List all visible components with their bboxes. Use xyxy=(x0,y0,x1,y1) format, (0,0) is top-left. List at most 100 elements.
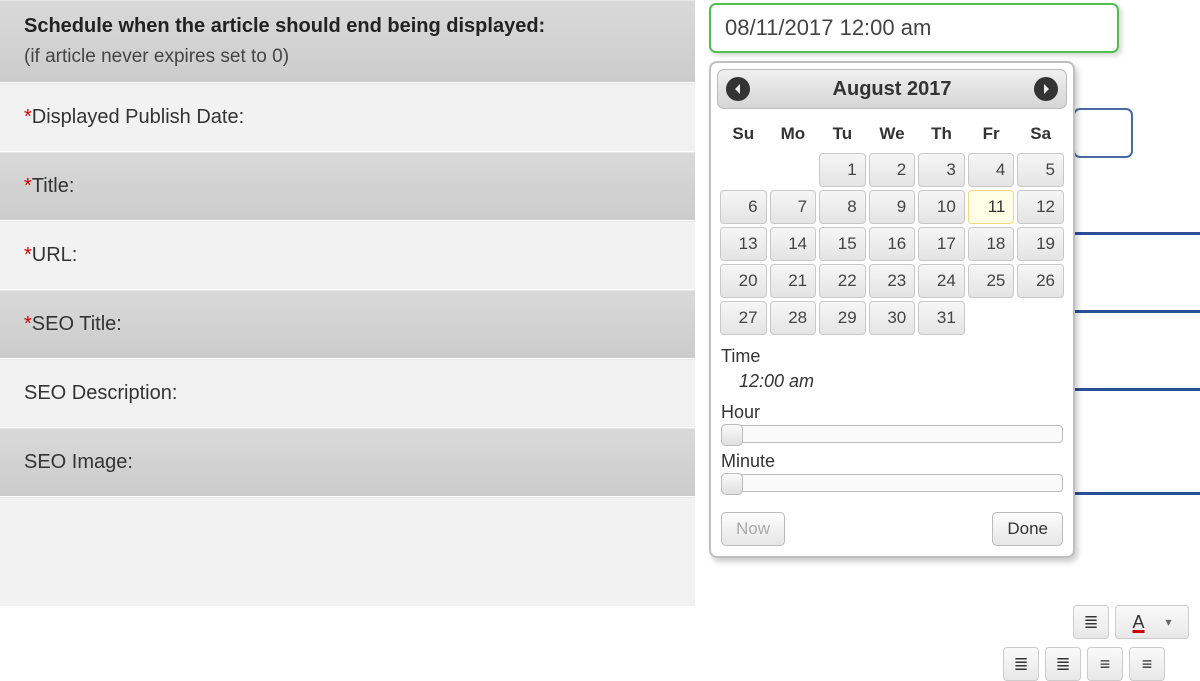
numbered-list-button[interactable]: ≣ xyxy=(1045,647,1081,681)
calendar-day-cell[interactable]: 4 xyxy=(968,153,1015,187)
time-value: 12:00 am xyxy=(739,371,1063,392)
calendar-dow-cell: We xyxy=(869,118,916,150)
calendar-empty-cell xyxy=(968,301,1015,335)
calendar-day-cell[interactable]: 26 xyxy=(1017,264,1064,298)
calendar-day-cell[interactable]: 20 xyxy=(720,264,767,298)
calendar-dow-cell: Th xyxy=(918,118,965,150)
datepicker-month-year: August 2017 xyxy=(833,78,952,101)
calendar-day-cell[interactable]: 11 xyxy=(968,190,1015,224)
calendar-day-cell[interactable]: 7 xyxy=(770,190,817,224)
calendar-day-cell[interactable]: 14 xyxy=(770,227,817,261)
calendar-day-cell[interactable]: 2 xyxy=(869,153,916,187)
datepicker: August 2017 SuMoTuWeThFrSa 1234567891011… xyxy=(709,61,1075,558)
form-column: Schedule when the article should end bei… xyxy=(0,0,695,607)
calendar-day-cell[interactable]: 16 xyxy=(869,227,916,261)
calendar-dow-cell: Mo xyxy=(770,118,817,150)
seo-title-input-underline[interactable] xyxy=(1073,388,1200,391)
minute-label: Minute xyxy=(721,451,1063,472)
calendar-day-cell[interactable]: 6 xyxy=(720,190,767,224)
indent-button[interactable]: ≡ xyxy=(1129,647,1165,681)
seo-description-input-underline[interactable] xyxy=(1073,492,1200,495)
calendar-day-cell[interactable]: 1 xyxy=(819,153,866,187)
now-button[interactable]: Now xyxy=(721,512,785,546)
calendar-day-cell[interactable]: 18 xyxy=(968,227,1015,261)
chevron-right-icon xyxy=(1041,84,1051,94)
calendar-day-cell[interactable]: 9 xyxy=(869,190,916,224)
calendar-day-cell[interactable]: 25 xyxy=(968,264,1015,298)
hour-slider-handle[interactable] xyxy=(721,424,743,446)
end-date-input[interactable] xyxy=(709,3,1119,53)
seo-image-label: SEO Image: xyxy=(24,451,133,473)
prev-month-button[interactable] xyxy=(726,77,750,101)
calendar-day-cell[interactable]: 29 xyxy=(819,301,866,335)
datepicker-header: August 2017 xyxy=(717,69,1067,109)
url-input-underline[interactable] xyxy=(1073,310,1200,313)
minute-slider-handle[interactable] xyxy=(721,473,743,495)
time-section: Time 12:00 am Hour Minute xyxy=(711,346,1073,504)
calendar-day-cell[interactable]: 19 xyxy=(1017,227,1064,261)
calendar-dow-cell: Sa xyxy=(1017,118,1064,150)
calendar-empty-cell xyxy=(1017,301,1064,335)
required-asterisk: * xyxy=(24,313,32,335)
calendar-day-cell[interactable]: 22 xyxy=(819,264,866,298)
seo-description-label: SEO Description: xyxy=(24,382,177,404)
calendar-day-cell[interactable]: 28 xyxy=(770,301,817,335)
numbered-list-icon: ≣ xyxy=(1055,654,1070,675)
title-row: *Title: xyxy=(0,152,695,221)
chevron-left-icon xyxy=(733,84,743,94)
title-input-underline[interactable] xyxy=(1073,232,1200,235)
calendar-day-cell[interactable]: 3 xyxy=(918,153,965,187)
calendar-day-cell[interactable]: 8 xyxy=(819,190,866,224)
calendar-day-cell[interactable]: 23 xyxy=(869,264,916,298)
schedule-end-label: Schedule when the article should end bei… xyxy=(24,15,671,38)
title-label: Title: xyxy=(32,175,75,197)
schedule-end-row: Schedule when the article should end bei… xyxy=(0,0,695,83)
editor-toolbar-row1: ≣ A ▾ xyxy=(1073,605,1189,639)
publish-date-input[interactable] xyxy=(1073,108,1133,158)
calendar-body: 1234567891011121314151617181920212223242… xyxy=(720,153,1064,335)
seo-description-row: SEO Description: xyxy=(0,359,695,428)
required-asterisk: * xyxy=(24,244,32,266)
bullet-list-icon: ≣ xyxy=(1013,654,1028,675)
bullet-list-button[interactable]: ≣ xyxy=(1003,647,1039,681)
seo-title-row: *SEO Title: xyxy=(0,290,695,359)
font-color-button[interactable]: A ▾ xyxy=(1115,605,1189,639)
indent-icon: ≡ xyxy=(1142,654,1153,675)
calendar-dow-cell: Fr xyxy=(968,118,1015,150)
hour-label: Hour xyxy=(721,402,1063,423)
outdent-icon: ≡ xyxy=(1100,654,1111,675)
calendar-empty-cell xyxy=(770,153,817,187)
calendar-day-cell[interactable]: 10 xyxy=(918,190,965,224)
publish-date-row: *Displayed Publish Date: xyxy=(0,83,695,152)
calendar-grid: SuMoTuWeThFrSa 1234567891011121314151617… xyxy=(717,115,1067,338)
calendar-day-cell[interactable]: 17 xyxy=(918,227,965,261)
calendar-empty-cell xyxy=(720,153,767,187)
url-label: URL: xyxy=(32,244,78,266)
align-justify-icon: ≣ xyxy=(1083,612,1098,633)
content-row xyxy=(0,497,695,607)
url-row: *URL: xyxy=(0,221,695,290)
align-justify-button[interactable]: ≣ xyxy=(1073,605,1109,639)
calendar-day-cell[interactable]: 24 xyxy=(918,264,965,298)
calendar-day-cell[interactable]: 15 xyxy=(819,227,866,261)
calendar-day-cell[interactable]: 30 xyxy=(869,301,916,335)
outdent-button[interactable]: ≡ xyxy=(1087,647,1123,681)
minute-slider[interactable] xyxy=(721,474,1063,492)
next-month-button[interactable] xyxy=(1034,77,1058,101)
time-label: Time xyxy=(721,346,1063,367)
calendar-day-cell[interactable]: 5 xyxy=(1017,153,1064,187)
font-color-icon: A xyxy=(1132,612,1144,633)
done-button[interactable]: Done xyxy=(992,512,1063,546)
seo-image-row: SEO Image: xyxy=(0,428,695,497)
required-asterisk: * xyxy=(24,106,32,128)
required-asterisk: * xyxy=(24,175,32,197)
publish-date-label: Displayed Publish Date: xyxy=(32,106,244,128)
calendar-day-cell[interactable]: 12 xyxy=(1017,190,1064,224)
schedule-end-sublabel: (if article never expires set to 0) xyxy=(24,46,671,68)
calendar-day-cell[interactable]: 31 xyxy=(918,301,965,335)
hour-slider[interactable] xyxy=(721,425,1063,443)
calendar-day-cell[interactable]: 27 xyxy=(720,301,767,335)
calendar-day-cell[interactable]: 13 xyxy=(720,227,767,261)
datepicker-footer: Now Done xyxy=(711,504,1073,556)
calendar-day-cell[interactable]: 21 xyxy=(770,264,817,298)
